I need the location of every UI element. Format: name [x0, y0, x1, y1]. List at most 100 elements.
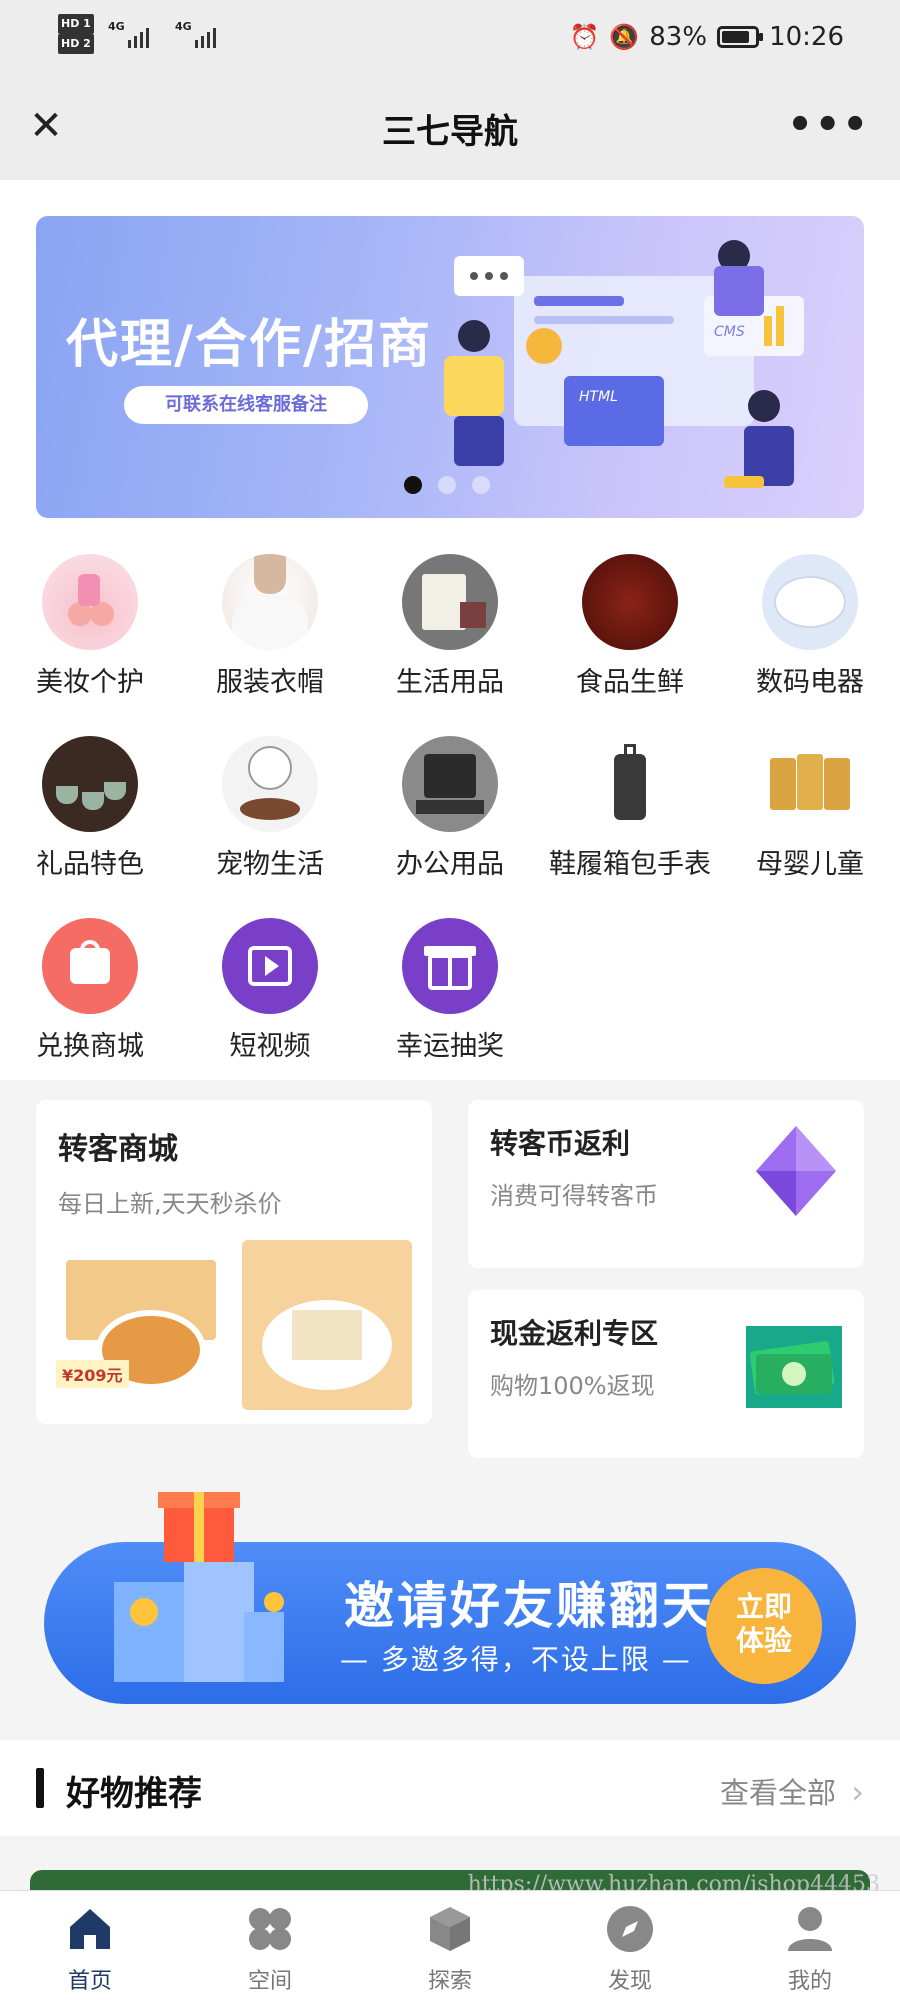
carousel-dot[interactable] — [404, 476, 422, 494]
nav-space[interactable]: 空间 — [180, 1891, 360, 2000]
category-cosmetics[interactable]: 美妆个护 — [0, 554, 180, 699]
mute-icon: 🔕 — [609, 23, 640, 51]
nav-mine[interactable]: 我的 — [720, 1891, 900, 2000]
category-label: 生活用品 — [396, 667, 504, 698]
baby-icon — [762, 736, 858, 832]
signal-icon: 4G — [175, 20, 216, 48]
category-pet[interactable]: 宠物生活 — [180, 736, 360, 881]
promo-carousel[interactable]: 代理/合作/招商 可联系在线客服备注 HTML CMS — [36, 216, 864, 518]
sim2-badge: HD 2 — [58, 34, 94, 54]
short-video-entry[interactable]: 短视频 — [180, 918, 360, 1063]
clock: 10:26 — [769, 22, 844, 52]
chevron-right-icon: › — [851, 1773, 864, 1811]
category-label: 数码电器 — [756, 667, 864, 698]
pet-icon — [222, 736, 318, 832]
nav-label: 空间 — [247, 1969, 292, 1994]
food-icon — [582, 554, 678, 650]
nav-home[interactable]: 首页 — [0, 1891, 180, 2000]
luggage-icon — [582, 736, 678, 832]
category-label: 鞋履箱包手表 — [549, 849, 711, 880]
category-electronics[interactable]: 数码电器 — [720, 554, 900, 699]
category-label: 兑换商城 — [36, 1031, 144, 1062]
mall-card-title: 转客商城 — [58, 1132, 178, 1167]
coin-rebate-card[interactable]: 转客币返利 消费可得转客币 — [468, 1100, 864, 1268]
mall-card[interactable]: 转客商城 每日上新,天天秒杀价 ¥209元 — [36, 1100, 432, 1424]
view-all-label: 查看全部 — [719, 1776, 836, 1810]
view-all-link[interactable]: 查看全部 › — [720, 1770, 864, 1812]
try-now-label: 立即 体验 — [735, 1590, 792, 1657]
invite-banner[interactable]: 邀请好友赚翻天 — 多邀多得，不设上限 — 立即 体验 — [44, 1492, 856, 1704]
bottom-nav: 首页 空间 探索 发现 我的 — [0, 1890, 900, 2000]
invite-subtitle: — 多邀多得，不设上限 — — [340, 1643, 692, 1676]
banner-html-label: HTML — [579, 389, 618, 405]
category-label: 幸运抽奖 — [396, 1031, 504, 1062]
category-office[interactable]: 办公用品 — [360, 736, 540, 881]
gift-tea-icon — [42, 736, 138, 832]
battery-percent: 83% — [649, 22, 708, 52]
recommend-section-header: 好物推荐 查看全部 › — [0, 1740, 900, 1836]
signal-icon: 4G — [108, 20, 149, 48]
category-clothing[interactable]: 服装衣帽 — [180, 554, 360, 699]
status-right: ⏰ 🔕 83% 10:26 — [569, 22, 844, 52]
nav-discover[interactable]: 发现 — [540, 1891, 720, 2000]
section-accent-bar — [36, 1768, 44, 1808]
title-bar: ✕ 三七导航 ••• — [0, 76, 900, 180]
main-content: 代理/合作/招商 可联系在线客服备注 HTML CMS 美妆个护 服装衣帽 生活… — [0, 180, 900, 1900]
cash-rebate-card[interactable]: 现金返利专区 购物100%返现 — [468, 1290, 864, 1458]
category-label: 母婴儿童 — [756, 849, 864, 880]
compass-icon — [607, 1906, 653, 1952]
price-tag: ¥209元 — [56, 1360, 129, 1388]
nav-label: 首页 — [67, 1969, 112, 1994]
mall-product-image-1: ¥209元 — [56, 1240, 228, 1408]
cube-icon — [430, 1907, 470, 1951]
carousel-dot[interactable] — [472, 476, 490, 494]
video-icon — [222, 918, 318, 1014]
category-label: 宠物生活 — [216, 849, 324, 880]
sim-indicators: HD 1 HD 2 — [58, 14, 94, 54]
mall-card-subtitle: 每日上新,天天秒杀价 — [58, 1190, 282, 1218]
category-luggage[interactable]: 鞋履箱包手表 — [540, 736, 720, 881]
category-daily-goods[interactable]: 生活用品 — [360, 554, 540, 699]
more-dots-icon: ••• — [787, 102, 870, 148]
alarm-icon: ⏰ — [569, 23, 600, 51]
category-label: 服装衣帽 — [216, 667, 324, 698]
space-icon — [249, 1908, 291, 1950]
nav-explore[interactable]: 探索 — [360, 1891, 540, 2000]
carousel-dots — [404, 476, 490, 494]
cosmetics-icon — [42, 554, 138, 650]
clothing-icon — [222, 554, 318, 650]
lucky-draw-entry[interactable]: 幸运抽奖 — [360, 918, 540, 1063]
category-label: 办公用品 — [396, 849, 504, 880]
cash-icon — [746, 1326, 842, 1408]
invite-title: 邀请好友赚翻天 — [344, 1577, 715, 1635]
lottery-gift-icon — [402, 918, 498, 1014]
nav-label: 我的 — [787, 1969, 832, 1994]
category-baby[interactable]: 母婴儿童 — [720, 736, 900, 881]
exchange-mall-entry[interactable]: 兑换商城 — [0, 918, 180, 1063]
shopping-bag-icon — [42, 918, 138, 1014]
banner-title: 代理/合作/招商 — [66, 315, 432, 375]
office-icon — [402, 736, 498, 832]
network-type-1: 4G — [108, 20, 125, 33]
category-food[interactable]: 食品生鲜 — [540, 554, 720, 699]
nav-label: 发现 — [607, 1969, 652, 1994]
more-options-button[interactable]: ••• — [787, 102, 870, 148]
banner-cms-label: CMS — [714, 324, 745, 340]
nav-label: 探索 — [427, 1969, 472, 1994]
coin-card-title: 转客币返利 — [490, 1127, 631, 1160]
cash-card-title: 现金返利专区 — [490, 1317, 659, 1350]
banner-illustration: HTML CMS — [444, 240, 804, 488]
sim1-badge: HD 1 — [58, 14, 94, 34]
carousel-dot[interactable] — [438, 476, 456, 494]
cash-card-subtitle: 购物100%返现 — [490, 1372, 655, 1400]
page-title: 三七导航 — [382, 112, 518, 152]
signal-group: 4G 4G — [108, 20, 216, 48]
category-label: 食品生鲜 — [576, 667, 684, 698]
user-icon — [788, 1907, 832, 1951]
invite-illustration — [114, 1492, 284, 1682]
section-title: 好物推荐 — [66, 1774, 202, 1814]
category-gift[interactable]: 礼品特色 — [0, 736, 180, 881]
try-now-button[interactable]: 立即 体验 — [706, 1568, 822, 1684]
battery-icon — [717, 26, 764, 48]
daily-goods-icon — [402, 554, 498, 650]
